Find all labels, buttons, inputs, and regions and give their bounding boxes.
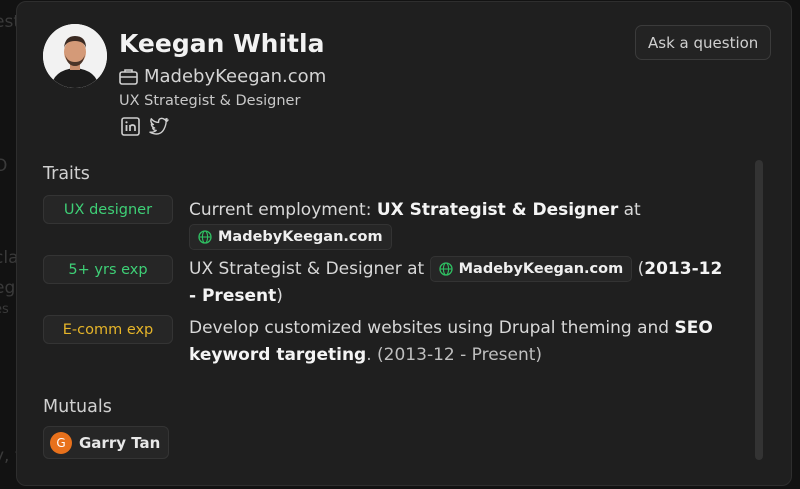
website-row[interactable]: MadebyKeegan.com <box>119 66 326 87</box>
trait-description: Current employment: UX Strategist & Desi… <box>189 197 729 251</box>
profile-name: Keegan Whitla <box>119 29 325 58</box>
company-chip[interactable]: MadebyKeegan.com <box>189 224 392 250</box>
background-text: es <box>0 302 9 317</box>
scrollbar[interactable] <box>755 160 763 460</box>
profile-card: Keegan Whitla MadebyKeegan.com UX Strate… <box>16 1 792 486</box>
trait-role: UX Strategist & Designer <box>376 200 619 220</box>
company-name: MadebyKeegan.com <box>458 260 624 277</box>
globe-icon <box>438 262 453 276</box>
trait-dates: . (2013-12 - Present) <box>366 345 543 365</box>
mutual-avatar: G <box>50 431 72 454</box>
traits-heading: Traits <box>43 164 90 184</box>
avatar[interactable] <box>43 24 107 88</box>
website-link[interactable]: MadebyKeegan.com <box>144 66 326 87</box>
profile-role: UX Strategist & Designer <box>119 93 301 109</box>
trait-text: ) <box>276 286 283 306</box>
linkedin-icon[interactable] <box>121 117 140 136</box>
trait-text: Develop customized websites using Drupal… <box>189 318 675 338</box>
globe-icon <box>198 230 212 244</box>
ask-question-button[interactable]: Ask a question <box>635 25 772 60</box>
company-chip[interactable]: MadebyKeegan.com <box>429 256 633 282</box>
trait-text: UX Strategist & Designer at <box>189 259 430 279</box>
background-text: eg <box>0 278 16 298</box>
trait-badge-ux-designer: UX designer <box>43 195 173 224</box>
twitter-icon[interactable] <box>149 117 169 135</box>
trait-text: Current employment: <box>189 200 377 220</box>
briefcase-icon <box>119 69 138 85</box>
social-links <box>121 117 169 136</box>
mutual-name: Garry Tan <box>79 433 161 452</box>
trait-badge-experience: 5+ yrs exp <box>43 255 173 284</box>
company-name: MadebyKeegan.com <box>218 228 383 245</box>
profile-photo <box>43 24 107 88</box>
trait-badge-ecommerce: E-comm exp <box>43 315 173 344</box>
background-text: O <box>0 156 8 176</box>
trait-text: ( <box>632 259 645 279</box>
trait-description: Develop customized websites using Drupal… <box>189 315 729 369</box>
mutual-connection[interactable]: G Garry Tan <box>43 426 170 459</box>
trait-description: UX Strategist & Designer at MadebyKeegan… <box>189 256 729 310</box>
mutuals-heading: Mutuals <box>43 397 112 417</box>
trait-text: at <box>618 200 641 220</box>
